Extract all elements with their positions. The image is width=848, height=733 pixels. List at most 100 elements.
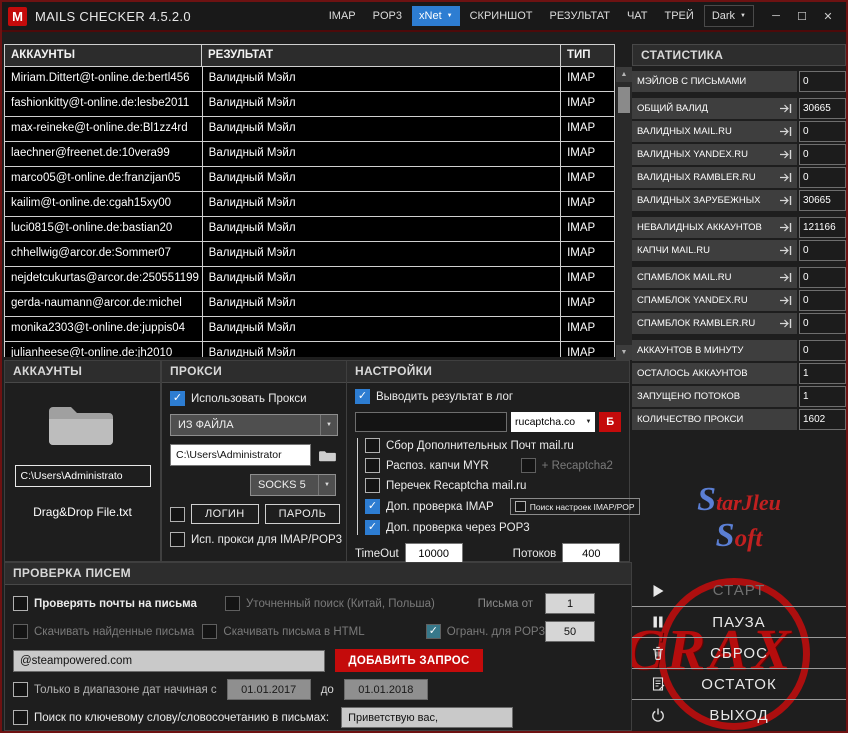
- collect-extra-mail-checkbox[interactable]: Сбор Дополнительных Почт mail.ru: [365, 438, 574, 453]
- table-row[interactable]: luci0815@t-online.de:bastian20 Валидный …: [5, 217, 615, 242]
- menu-item[interactable]: ЧАТ: [620, 6, 655, 26]
- menu-item[interactable]: ТРЕЙ: [658, 6, 701, 26]
- logo-text: tarJleu: [716, 490, 781, 515]
- menu-item[interactable]: СКРИНШОТ: [463, 6, 540, 26]
- export-arrow-icon[interactable]: [779, 103, 792, 114]
- table-row[interactable]: gerda-naumann@arcor.de:michel Валидный М…: [5, 292, 615, 317]
- proxy-source-dropdown[interactable]: ИЗ ФАЙЛА ▼: [170, 414, 338, 436]
- menu-item[interactable]: РЕЗУЛЬТАТ: [543, 6, 617, 26]
- add-query-button[interactable]: ДОБАВИТЬ ЗАПРОС: [335, 649, 483, 672]
- export-arrow-icon[interactable]: [779, 272, 792, 283]
- date-to-input[interactable]: [343, 679, 428, 700]
- pop3-check-checkbox[interactable]: ✓ Доп. проверка через POP3: [365, 520, 530, 535]
- proxy-imap-pop3-checkbox[interactable]: Исп. прокси для IMAP/POP3: [170, 532, 342, 547]
- pop3-limit-checkbox[interactable]: ✓ Огранч. для POP3: [425, 624, 545, 639]
- maximize-button[interactable]: ☐: [790, 5, 814, 27]
- proxy-file-input[interactable]: [170, 444, 311, 466]
- minimize-button[interactable]: ─: [764, 5, 788, 27]
- stat-label-cell: ОБЩИЙ ВАЛИД: [632, 98, 797, 119]
- remainder-button[interactable]: ОСТАТОК: [632, 668, 846, 699]
- keyword-input[interactable]: [341, 707, 514, 728]
- export-arrow-icon[interactable]: [779, 172, 792, 183]
- check-mail-checkbox[interactable]: Проверять почты на письма: [13, 596, 225, 611]
- imap-check-checkbox[interactable]: ✓ Доп. проверка IMAP: [365, 499, 494, 514]
- checkbox-box: [13, 596, 28, 611]
- stat-label: КОЛИЧЕСТВО ПРОКСИ: [637, 414, 744, 425]
- stat-row: КАПЧИ MAIL.RU 0: [632, 240, 846, 261]
- balance-button[interactable]: Б: [599, 412, 621, 432]
- export-arrow-icon[interactable]: [779, 126, 792, 137]
- logo-text: oft: [734, 524, 763, 552]
- proxy-type-dropdown[interactable]: SOCKS 5 ▼: [250, 474, 336, 496]
- export-arrow-icon[interactable]: [779, 245, 792, 256]
- column-header-result[interactable]: РЕЗУЛЬТАТ: [202, 44, 561, 67]
- imap-settings-search-checkbox[interactable]: Поиск настроек IMAP/POP: [509, 498, 640, 515]
- scroll-up-icon[interactable]: ▲: [616, 67, 632, 82]
- login-button[interactable]: ЛОГИН: [191, 504, 259, 524]
- keyword-search-checkbox[interactable]: Поиск по ключевому слову/словосочетанию …: [13, 710, 329, 725]
- stat-label-cell: КАПЧИ MAIL.RU: [632, 240, 797, 261]
- accounts-path-button[interactable]: C:\Users\Administrato: [14, 465, 151, 487]
- recheck-recaptcha-checkbox[interactable]: Перечек Recaptcha mail.ru: [365, 478, 526, 493]
- start-button[interactable]: СТАРТ: [632, 575, 846, 606]
- trash-icon: [650, 644, 670, 662]
- table-row[interactable]: max-reineke@t-online.de:Bl1zz4rd Валидны…: [5, 117, 615, 142]
- stat-label: КАПЧИ MAIL.RU: [637, 245, 710, 256]
- table-row[interactable]: nejdetcukurtas@arcor.de:250551199 Валидн…: [5, 267, 615, 292]
- scroll-down-icon[interactable]: ▼: [616, 345, 632, 360]
- export-arrow-icon[interactable]: [779, 222, 792, 233]
- table-row[interactable]: julianheese@t-online.de:jh2010 Валидный …: [5, 342, 615, 357]
- proxy-auth-row: ЛОГИН ПАРОЛЬ: [170, 504, 341, 524]
- export-arrow-icon[interactable]: [779, 149, 792, 160]
- column-header-type[interactable]: ТИП: [561, 44, 615, 67]
- captcha-myr-checkbox[interactable]: Распоз. капчи MYR: [365, 458, 489, 473]
- use-proxy-checkbox[interactable]: ✓ Использовать Прокси: [170, 391, 338, 406]
- export-arrow-icon[interactable]: [779, 195, 792, 206]
- table-scrollbar[interactable]: ▲ ▼: [616, 67, 632, 360]
- letters-from-input[interactable]: [545, 593, 595, 614]
- table-row[interactable]: laechner@freenet.de:10vera99 Валидный Мэ…: [5, 142, 615, 167]
- menu-item[interactable]: Dark ▼: [703, 5, 754, 27]
- log-output-checkbox[interactable]: ✓ Выводить результат в лог: [355, 389, 621, 404]
- download-html-checkbox[interactable]: Скачивать письма в HTML: [202, 624, 425, 639]
- menu-item[interactable]: IMAP: [322, 6, 363, 26]
- table-row[interactable]: kailim@t-online.de:cgah15xy00 Валидный М…: [5, 192, 615, 217]
- exit-button[interactable]: ВЫХОД: [632, 699, 846, 730]
- search-query-input[interactable]: [13, 649, 325, 672]
- check-icon: ✓: [367, 500, 378, 512]
- export-arrow-icon[interactable]: [779, 295, 792, 306]
- pause-button[interactable]: ПАУЗА: [632, 606, 846, 637]
- table-row[interactable]: fashionkitty@t-online.de:lesbe2011 Валид…: [5, 92, 615, 117]
- type-cell: IMAP: [561, 167, 615, 192]
- export-arrow-icon[interactable]: [779, 318, 792, 329]
- refined-search-checkbox[interactable]: Уточненный поиск (Китай, Польша): [225, 596, 475, 611]
- table-row[interactable]: marco05@t-online.de:franzijan05 Валидный…: [5, 167, 615, 192]
- timeout-input[interactable]: [404, 543, 463, 564]
- date-range-checkbox[interactable]: Только в диапазоне дат начиная с: [13, 682, 217, 697]
- stat-row: КОЛИЧЕСТВО ПРОКСИ 1602: [632, 409, 846, 430]
- accounts-dropzone[interactable]: C:\Users\Administrato Drag&Drop File.txt: [5, 383, 160, 519]
- scrollbar-thumb[interactable]: [618, 87, 630, 113]
- menu-item[interactable]: POP3: [366, 6, 409, 26]
- password-button[interactable]: ПАРОЛЬ: [264, 504, 341, 524]
- browse-folder-icon[interactable]: [317, 445, 338, 465]
- reset-button[interactable]: СБРОС: [632, 637, 846, 668]
- threads-input[interactable]: [562, 543, 621, 564]
- captcha-service-dropdown[interactable]: rucaptcha.co ▼: [511, 412, 596, 432]
- menu-item[interactable]: xNet ▼: [412, 6, 460, 26]
- close-button[interactable]: ✕: [816, 5, 840, 27]
- table-row[interactable]: Miriam.Dittert@t-online.de:bertl456 Вали…: [5, 67, 615, 92]
- proxy-auth-checkbox[interactable]: [170, 506, 185, 522]
- table-row[interactable]: chhellwig@arcor.de:Sommer07 Валидный Мэй…: [5, 242, 615, 267]
- mailcheck-row-5: Поиск по ключевому слову/словосочетанию …: [13, 707, 623, 728]
- table-row[interactable]: monika2303@t-online.de:juppis04 Валидный…: [5, 317, 615, 342]
- download-letters-checkbox[interactable]: Скачивать найденные письма: [13, 624, 202, 639]
- captcha-key-input[interactable]: [355, 412, 507, 432]
- stat-label: АККАУНТОВ В МИНУТУ: [637, 345, 744, 356]
- recaptcha2-checkbox[interactable]: + Recaptcha2: [520, 458, 613, 473]
- folder-icon[interactable]: [43, 395, 123, 451]
- mailcheck-row-3: ДОБАВИТЬ ЗАПРОС: [13, 649, 623, 672]
- date-from-input[interactable]: [226, 679, 311, 700]
- column-header-accounts[interactable]: АККАУНТЫ: [4, 44, 202, 67]
- pop3-limit-input[interactable]: [545, 621, 595, 642]
